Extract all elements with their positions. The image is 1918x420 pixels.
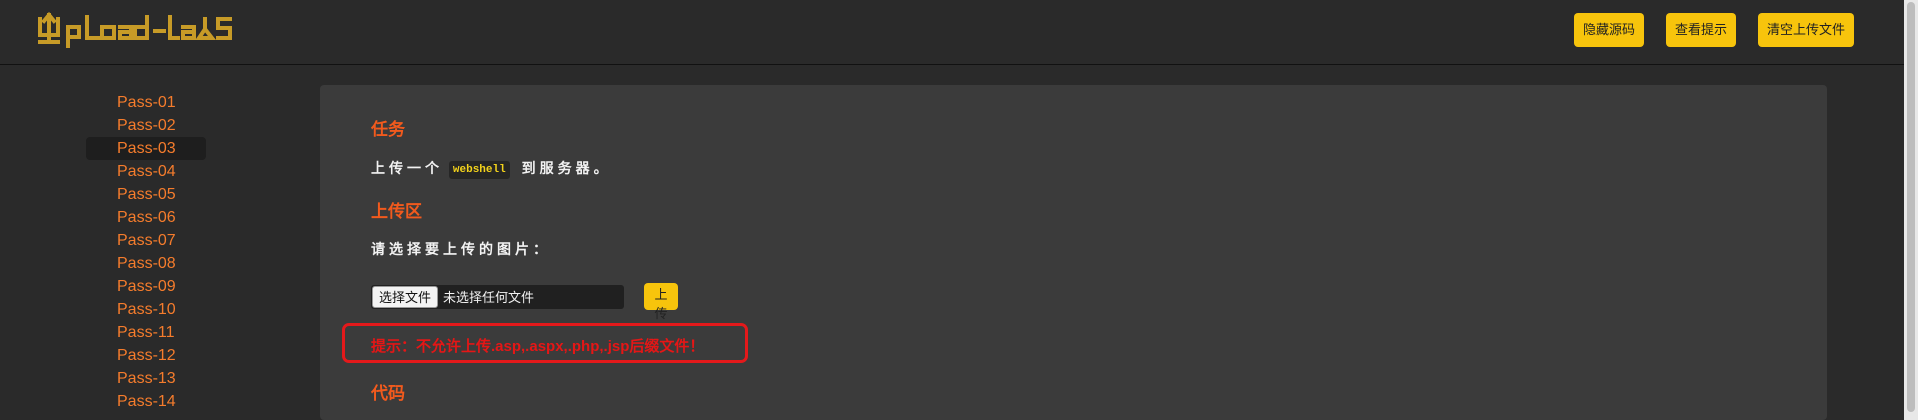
- file-input[interactable]: 选择文件 未选择任何文件: [371, 284, 624, 309]
- webshell-code-tag: webshell: [448, 161, 510, 179]
- scrollbar-thumb[interactable]: [1907, 2, 1915, 412]
- file-upload-row: 选择文件 未选择任何文件 上传: [371, 283, 678, 321]
- sidebar-item-pass-04[interactable]: Pass-04: [86, 160, 206, 183]
- upload-area-heading: 上传区: [371, 202, 422, 221]
- clear-uploads-button[interactable]: 清空上传文件: [1757, 13, 1854, 47]
- choose-file-button[interactable]: 选择文件: [372, 285, 439, 308]
- task-suffix-text: 到服务器。: [521, 160, 612, 176]
- sidebar-item-pass-01[interactable]: Pass-01: [86, 91, 206, 114]
- upload-hint-text: 提示：不允许上传.asp,.aspx,.php,.jsp后缀文件！: [371, 338, 705, 355]
- sidebar-item-pass-09[interactable]: Pass-09: [86, 275, 206, 298]
- page-scrollbar[interactable]: [1904, 0, 1918, 420]
- upload-submit-button[interactable]: 上传: [644, 283, 678, 321]
- upload-labs-logo[interactable]: [36, 8, 266, 56]
- task-heading: 任务: [371, 120, 405, 139]
- top-header: 隐藏源码 查看提示 清空上传文件: [0, 0, 1918, 65]
- sidebar-item-pass-02[interactable]: Pass-02: [86, 114, 206, 137]
- sidebar-item-pass-12[interactable]: Pass-12: [86, 344, 206, 367]
- sidebar-item-pass-07[interactable]: Pass-07: [86, 229, 206, 252]
- challenge-panel: 任务 上传一个 webshell 到服务器。 上传区 请选择要上传的图片： 选择…: [320, 85, 1827, 420]
- upload-labs-logo-mark: [38, 11, 232, 48]
- show-hint-button[interactable]: 查看提示: [1665, 13, 1736, 47]
- pass-sidebar: Pass-01 Pass-02 Pass-03 Pass-04 Pass-05 …: [86, 91, 206, 413]
- sidebar-item-pass-13[interactable]: Pass-13: [86, 367, 206, 390]
- sidebar-item-pass-06[interactable]: Pass-06: [86, 206, 206, 229]
- task-description: 上传一个 webshell 到服务器。: [371, 158, 612, 179]
- sidebar-item-pass-03[interactable]: Pass-03: [86, 137, 206, 160]
- sidebar-item-pass-05[interactable]: Pass-05: [86, 183, 206, 206]
- selected-file-status: 未选择任何文件: [443, 290, 535, 305]
- hide-source-button[interactable]: 隐藏源码: [1573, 13, 1644, 47]
- sidebar-item-pass-11[interactable]: Pass-11: [86, 321, 206, 344]
- sidebar-item-pass-14[interactable]: Pass-14: [86, 390, 206, 413]
- header-actions: 隐藏源码 查看提示 清空上传文件: [1573, 13, 1854, 47]
- upload-instruction: 请选择要上传的图片：: [371, 241, 551, 257]
- code-heading: 代码: [371, 384, 405, 403]
- sidebar-item-pass-08[interactable]: Pass-08: [86, 252, 206, 275]
- sidebar-item-pass-10[interactable]: Pass-10: [86, 298, 206, 321]
- upload-hint-alert: 提示：不允许上传.asp,.aspx,.php,.jsp后缀文件！: [342, 323, 748, 363]
- task-prefix-text: 上传一个: [371, 160, 443, 176]
